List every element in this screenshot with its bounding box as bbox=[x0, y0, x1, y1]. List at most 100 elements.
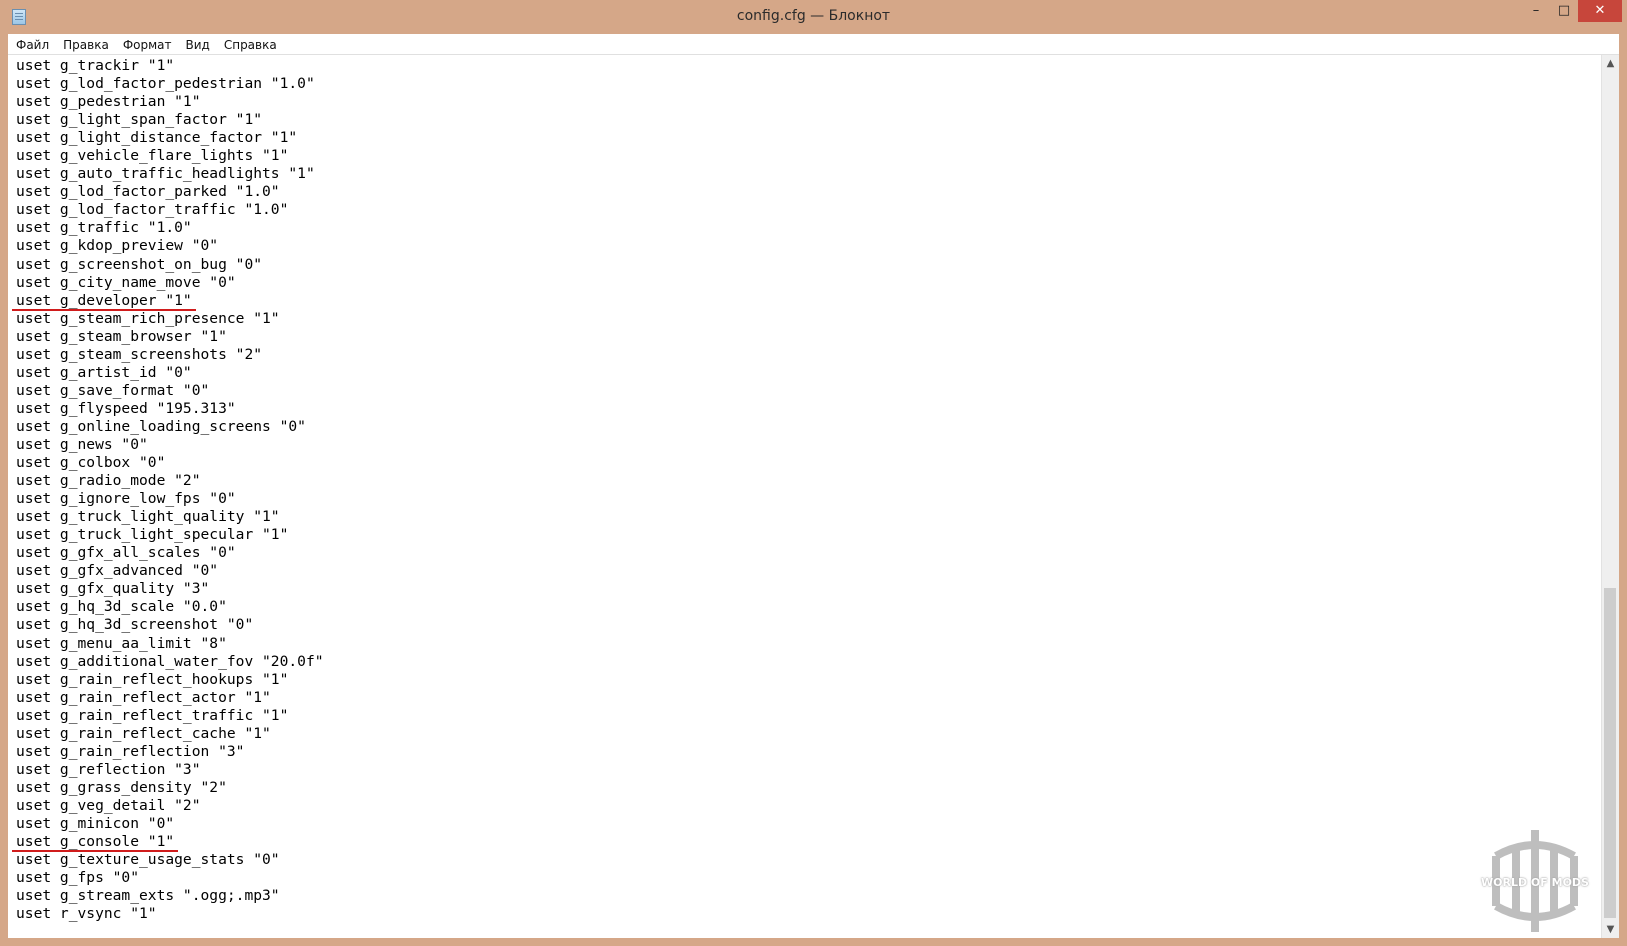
text-line[interactable]: uset g_lod_factor_parked "1.0" bbox=[16, 183, 324, 201]
text-line[interactable]: uset g_hq_3d_scale "0.0" bbox=[16, 598, 324, 616]
scroll-down-arrow-icon[interactable]: ▼ bbox=[1602, 921, 1619, 938]
text-line-content: uset g_menu_aa_limit "8" bbox=[16, 634, 227, 652]
text-line-content: uset g_rain_reflect_traffic "1" bbox=[16, 706, 289, 724]
text-line-content: uset g_lod_factor_pedestrian "1.0" bbox=[16, 75, 315, 93]
menu-format[interactable]: Формат bbox=[117, 35, 178, 55]
text-editor-area[interactable]: uset g_trackir "1" uset g_lod_factor_pede… bbox=[8, 55, 1601, 938]
text-line[interactable]: uset g_ignore_low_fps "0" bbox=[16, 490, 324, 508]
text-line[interactable]: uset g_flyspeed "195.313" bbox=[16, 400, 324, 418]
text-line[interactable]: uset g_kdop_preview "0" bbox=[16, 237, 324, 255]
title-bar[interactable]: config.cfg — Блокнот – □ ✕ bbox=[0, 0, 1627, 34]
text-line[interactable]: uset g_colbox "0" bbox=[16, 454, 324, 472]
text-line-content: uset g_vehicle_flare_lights "1" bbox=[16, 147, 289, 165]
text-line[interactable]: uset g_pedestrian "1" bbox=[16, 93, 324, 111]
text-line[interactable]: uset g_rain_reflect_hookups "1" bbox=[16, 671, 324, 689]
text-line[interactable]: uset g_screenshot_on_bug "0" bbox=[16, 256, 324, 274]
text-line-content: uset g_online_loading_screens "0" bbox=[16, 417, 306, 435]
text-line[interactable]: uset g_save_format "0" bbox=[16, 382, 324, 400]
text-line[interactable]: uset g_light_span_factor "1" bbox=[16, 111, 324, 129]
minimize-button[interactable]: – bbox=[1522, 0, 1550, 22]
scrollbar-thumb[interactable] bbox=[1604, 588, 1616, 918]
watermark-text: WORLD OF MODS bbox=[1481, 876, 1589, 889]
text-line[interactable]: uset g_rain_reflect_cache "1" bbox=[16, 725, 324, 743]
text-line[interactable]: uset g_lod_factor_pedestrian "1.0" bbox=[16, 75, 324, 93]
text-content[interactable]: uset g_trackir "1" uset g_lod_factor_pede… bbox=[12, 57, 324, 923]
text-line[interactable]: uset g_lod_factor_traffic "1.0" bbox=[16, 201, 324, 219]
close-button[interactable]: ✕ bbox=[1578, 0, 1622, 22]
text-line[interactable]: uset g_truck_light_quality "1" bbox=[16, 508, 324, 526]
text-line[interactable]: uset g_menu_aa_limit "8" bbox=[16, 635, 324, 653]
text-line[interactable]: uset g_gfx_quality "3" bbox=[16, 580, 324, 598]
text-line[interactable]: uset g_reflection "3" bbox=[16, 761, 324, 779]
text-line[interactable]: uset g_steam_screenshots "2" bbox=[16, 346, 324, 364]
text-line[interactable]: uset g_rain_reflect_actor "1" bbox=[16, 689, 324, 707]
text-line[interactable]: uset g_fps "0" bbox=[16, 869, 324, 887]
text-line[interactable]: uset g_radio_mode "2" bbox=[16, 472, 324, 490]
scroll-up-arrow-icon[interactable]: ▲ bbox=[1602, 55, 1619, 72]
text-line[interactable]: uset g_auto_traffic_headlights "1" bbox=[16, 165, 324, 183]
text-line-content: uset g_console "1" bbox=[12, 833, 179, 853]
text-line-content: uset g_minicon "0" bbox=[16, 814, 175, 832]
maximize-button[interactable]: □ bbox=[1550, 0, 1578, 22]
text-line[interactable]: uset g_stream_exts ".ogg;.mp3" bbox=[16, 887, 324, 905]
text-line-content: uset g_traffic "1.0" bbox=[16, 219, 192, 237]
text-line[interactable]: uset g_traffic "1.0" bbox=[16, 219, 324, 237]
text-line-content: uset g_trackir "1" bbox=[16, 57, 175, 74]
vertical-scrollbar[interactable]: ▲ ▼ bbox=[1601, 55, 1619, 938]
text-line-content: uset g_grass_density "2" bbox=[16, 778, 227, 796]
text-line-content: uset r_vsync "1" bbox=[16, 905, 157, 923]
window-bottom-border bbox=[8, 938, 1619, 946]
text-line-content: uset g_colbox "0" bbox=[16, 454, 166, 472]
text-line[interactable]: uset g_trackir "1" bbox=[16, 57, 324, 75]
text-line-content: uset g_city_name_move "0" bbox=[16, 273, 236, 291]
text-line-underlined[interactable]: uset g_developer "1" bbox=[12, 291, 324, 311]
window-title: config.cfg — Блокнот bbox=[736, 8, 891, 24]
text-line-content: uset g_save_format "0" bbox=[16, 381, 210, 399]
text-line-content: uset g_rain_reflection "3" bbox=[16, 742, 245, 760]
text-line[interactable]: uset g_veg_detail "2" bbox=[16, 797, 324, 815]
text-line-content: uset g_reflection "3" bbox=[16, 760, 201, 778]
text-line[interactable]: uset g_news "0" bbox=[16, 436, 324, 454]
text-line[interactable]: uset g_gfx_advanced "0" bbox=[16, 562, 324, 580]
menu-bar: Файл Правка Формат Вид Справка bbox=[8, 34, 1619, 55]
text-line-content: uset g_news "0" bbox=[16, 435, 148, 453]
text-line-underlined[interactable]: uset g_console "1" bbox=[12, 833, 324, 853]
text-line-content: uset g_steam_rich_presence "1" bbox=[16, 309, 280, 327]
menu-file[interactable]: Файл bbox=[10, 35, 55, 55]
menu-view[interactable]: Вид bbox=[180, 35, 216, 55]
text-line[interactable]: uset g_rain_reflect_traffic "1" bbox=[16, 707, 324, 725]
text-line-content: uset g_rain_reflect_cache "1" bbox=[16, 724, 271, 742]
text-line-content: uset g_gfx_advanced "0" bbox=[16, 562, 219, 580]
text-line-content: uset g_hq_3d_screenshot "0" bbox=[16, 616, 254, 634]
text-line-content: uset g_veg_detail "2" bbox=[16, 796, 201, 814]
text-line[interactable]: uset g_truck_light_specular "1" bbox=[16, 526, 324, 544]
text-line[interactable]: uset g_hq_3d_screenshot "0" bbox=[16, 616, 324, 634]
text-line[interactable]: uset g_gfx_all_scales "0" bbox=[16, 544, 324, 562]
text-line-content: uset g_steam_browser "1" bbox=[16, 327, 227, 345]
text-line-content: uset g_fps "0" bbox=[16, 869, 140, 887]
text-line-content: uset g_radio_mode "2" bbox=[16, 472, 201, 490]
text-line[interactable]: uset g_steam_rich_presence "1" bbox=[16, 310, 324, 328]
text-line-content: uset g_light_span_factor "1" bbox=[16, 111, 263, 129]
menu-help[interactable]: Справка bbox=[218, 35, 283, 55]
text-line[interactable]: uset g_grass_density "2" bbox=[16, 779, 324, 797]
text-line-content: uset g_gfx_all_scales "0" bbox=[16, 544, 236, 562]
text-line-content: uset g_kdop_preview "0" bbox=[16, 237, 219, 255]
text-line[interactable]: uset g_city_name_move "0" bbox=[16, 274, 324, 292]
text-line[interactable]: uset g_minicon "0" bbox=[16, 815, 324, 833]
text-line[interactable]: uset g_texture_usage_stats "0" bbox=[16, 851, 324, 869]
text-line[interactable]: uset g_light_distance_factor "1" bbox=[16, 129, 324, 147]
text-line[interactable]: uset g_artist_id "0" bbox=[16, 364, 324, 382]
text-line[interactable]: uset g_additional_water_fov "20.0f" bbox=[16, 653, 324, 671]
text-line[interactable]: uset g_steam_browser "1" bbox=[16, 328, 324, 346]
text-line[interactable]: uset g_vehicle_flare_lights "1" bbox=[16, 147, 324, 165]
text-line-content: uset g_steam_screenshots "2" bbox=[16, 345, 263, 363]
watermark-logo: WORLD OF MODS bbox=[1476, 826, 1594, 936]
text-line[interactable]: uset g_online_loading_screens "0" bbox=[16, 418, 324, 436]
menu-edit[interactable]: Правка bbox=[57, 35, 115, 55]
text-line[interactable]: uset g_rain_reflection "3" bbox=[16, 743, 324, 761]
text-line-content: uset g_lod_factor_parked "1.0" bbox=[16, 183, 280, 201]
text-line-content: uset g_ignore_low_fps "0" bbox=[16, 490, 236, 508]
text-line-content: uset g_gfx_quality "3" bbox=[16, 580, 210, 598]
text-line[interactable]: uset r_vsync "1" bbox=[16, 905, 324, 923]
